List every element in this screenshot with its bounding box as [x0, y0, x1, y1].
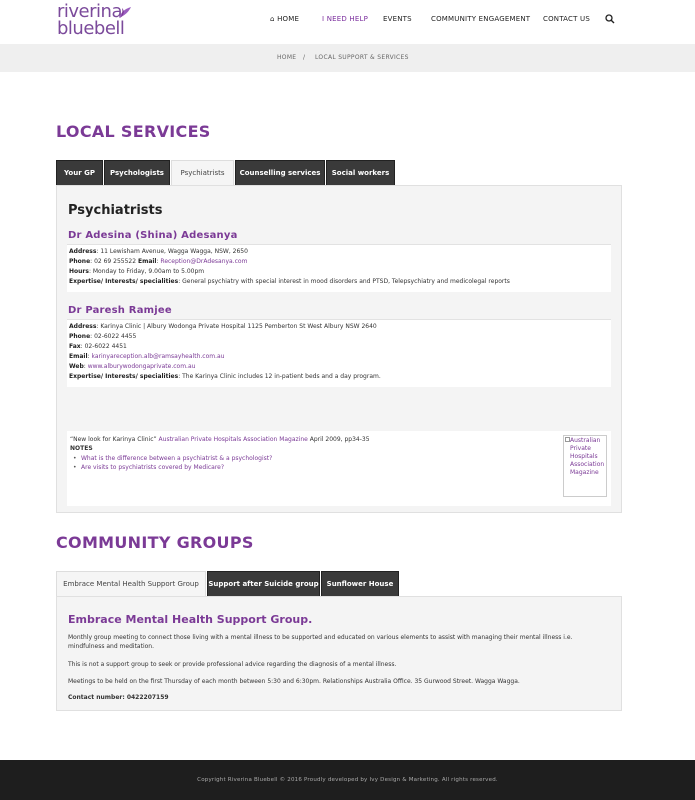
website-link[interactable]: www.alburywodongaprivate.com.au [88, 363, 196, 370]
phone-email-row: Phone: 02 69 255522 Email: Reception@DrA… [69, 258, 248, 265]
local-services-heading: LOCAL SERVICES [56, 122, 211, 141]
tab-counselling-services[interactable]: Counselling services [235, 160, 325, 185]
group-meeting-info: Meetings to be held on the first Thursda… [68, 678, 520, 685]
email-link[interactable]: karinyareception.alb@ramsayhealth.com.au [91, 353, 224, 360]
footer-copyright: Copyright Riverina Bluebell © 2016 Proud… [197, 777, 498, 783]
notes-link[interactable]: What is the difference between a psychia… [73, 455, 272, 462]
tab-psychiatrists[interactable]: Psychiatrists [171, 160, 234, 186]
address-row: Address: 11 Lewisham Avenue, Wagga Wagga… [69, 248, 248, 255]
doctor-info-box: Address: Karinya Clinic | Albury Wodonga… [67, 319, 611, 387]
expertise-row: Expertise/ Interests/ specialities: Gene… [69, 278, 510, 285]
breadcrumb: HOME / LOCAL SUPPORT & SERVICES [0, 44, 695, 72]
search-icon[interactable] [605, 14, 615, 24]
tab-embrace-mental-health[interactable]: Embrace Mental Health Support Group [56, 571, 206, 597]
tab-sunflower-house[interactable]: Sunflower House [321, 571, 399, 596]
panel-title: Psychiatrists [68, 203, 163, 218]
site-header: riverina bluebell ⌂ HOME I NEED HELP EVE… [0, 0, 695, 44]
psychiatrists-panel: Psychiatrists Dr Adesina (Shina) Adesany… [56, 185, 622, 513]
main-nav: ⌂ HOME I NEED HELP EVENTS COMMUNITY ENGA… [0, 14, 695, 29]
expertise-row: Expertise/ Interests/ specialities: The … [69, 373, 381, 380]
nav-home-label: HOME [277, 15, 300, 23]
citation: “New look for Karinya Clinic” Australian… [70, 436, 370, 443]
group-description: Monthly group meeting to connect those l… [68, 634, 573, 650]
site-footer: Copyright Riverina Bluebell © 2016 Proud… [0, 760, 695, 800]
breadcrumb-home[interactable]: HOME [277, 54, 296, 61]
nav-i-need-help[interactable]: I NEED HELP [322, 15, 368, 23]
nav-community-engagement[interactable]: COMMUNITY ENGAGEMENT [431, 15, 530, 23]
doctor-name: Dr Adesina (Shina) Adesanya [68, 230, 238, 241]
tab-psychologists[interactable]: Psychologists [104, 160, 170, 185]
breadcrumb-separator: / [303, 54, 306, 61]
broken-image-icon [565, 437, 570, 442]
home-icon: ⌂ [270, 15, 275, 23]
community-groups-heading: COMMUNITY GROUPS [56, 533, 254, 552]
tab-support-after-suicide[interactable]: Support after Suicide group [207, 571, 320, 596]
nav-home[interactable]: ⌂ HOME [270, 15, 299, 23]
hours-row: Hours: Monday to Friday, 9.00am to 5.00p… [69, 268, 205, 275]
phone-row: Phone: 02-6022 4455 [69, 333, 137, 340]
notes-box: “New look for Karinya Clinic” Australian… [67, 431, 611, 506]
group-contact: Contact number: 0422207159 [68, 694, 169, 701]
breadcrumb-current: LOCAL SUPPORT & SERVICES [315, 54, 409, 61]
tab-social-workers[interactable]: Social workers [326, 160, 395, 185]
nav-contact-us[interactable]: CONTACT US [543, 15, 590, 23]
address-row: Address: Karinya Clinic | Albury Wodonga… [69, 323, 377, 330]
doctor-info-box: Address: 11 Lewisham Avenue, Wagga Wagga… [67, 244, 611, 292]
fax-row: Fax: 02-6022 4451 [69, 343, 127, 350]
email-row: Email: karinyareception.alb@ramsayhealth… [69, 353, 225, 360]
community-group-panel: Embrace Mental Health Support Group. Mon… [56, 596, 622, 711]
email-link[interactable]: Reception@DrAdesanya.com [160, 258, 247, 265]
group-disclaimer: This is not a support group to seek or p… [68, 661, 397, 668]
image-alt-text: Australian Private Hospitals Association… [570, 437, 605, 476]
web-row: Web: www.alburywodongaprivate.com.au [69, 363, 196, 370]
tab-your-gp[interactable]: Your GP [56, 160, 103, 185]
doctor-name: Dr Paresh Ramjee [68, 305, 172, 316]
nav-events[interactable]: EVENTS [383, 15, 412, 23]
group-title: Embrace Mental Health Support Group. [68, 613, 313, 626]
notes-label: NOTES [70, 445, 93, 452]
notes-link[interactable]: Are visits to psychiatrists covered by M… [73, 464, 224, 471]
magazine-link[interactable]: Australian Private Hospitals Association… [159, 436, 308, 443]
magazine-image-placeholder: Australian Private Hospitals Association… [563, 435, 607, 497]
